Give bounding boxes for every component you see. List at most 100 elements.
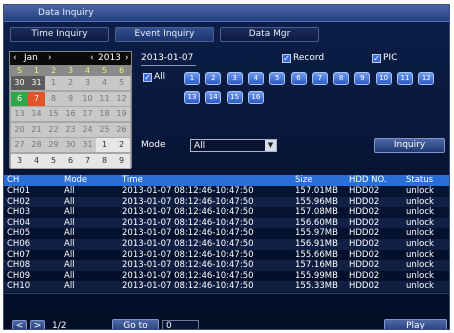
calendar-day[interactable]: 18 [96,107,113,121]
calendar-day[interactable]: 25 [96,122,113,137]
table-row[interactable]: CH01 All 2013-01-07 08:12:46-10:47:50 157.0… [4,186,449,197]
calendar-day[interactable]: 15 [45,107,62,121]
channel-button-4[interactable]: 4 [247,72,264,85]
cell-time: 2013-01-07 08:12:46-10:47:50 [122,239,254,249]
next-page-button[interactable]: > [30,320,45,329]
calendar-day[interactable]: 9 [62,91,79,106]
pic-checkbox[interactable]: ✓ [372,54,381,63]
inquiry-button[interactable]: Inquiry [374,138,445,153]
channel-button-8[interactable]: 8 [333,72,350,85]
calendar-day[interactable]: 31 [79,138,96,152]
calendar-day[interactable]: 26 [113,122,130,137]
calendar-day[interactable]: 30 [11,76,28,90]
table-row[interactable]: CH10 All 2013-01-07 08:12:46-10:47:50 155.3… [4,281,449,292]
calendar-day[interactable]: 24 [79,122,96,137]
channel-button-1[interactable]: 1 [184,72,200,85]
calendar-day[interactable]: 27 [11,138,28,152]
calendar-day[interactable]: 19 [113,107,130,121]
calendar-day[interactable]: 7 [79,153,96,168]
channel-button-13[interactable]: 13 [184,91,200,104]
calendar-day[interactable]: 4 [96,76,113,90]
column-header-ch[interactable]: CH [7,175,19,185]
tab-time-inquiry[interactable]: Time Inquiry [10,27,109,42]
column-header-size[interactable]: Size [295,175,312,185]
calendar-day[interactable]: 28 [28,138,45,152]
calendar-day[interactable]: 22 [45,122,62,137]
calendar-day[interactable]: 1 [45,76,62,90]
cell-hdd-no: HDD02 [349,260,380,271]
calendar-day[interactable]: 31 [28,76,45,90]
channel-button-9[interactable]: 9 [354,72,371,85]
calendar-day[interactable]: 3 [11,153,28,168]
mode-select[interactable]: All ▼ [190,139,277,152]
calendar-day[interactable]: 12 [113,91,130,106]
calendar-month-next[interactable]: › [48,53,52,63]
prev-page-button[interactable]: < [12,320,27,329]
channel-button-2[interactable]: 2 [205,72,222,85]
calendar-day[interactable]: 6 [11,91,28,106]
table-row[interactable]: CH04 All 2013-01-07 08:12:46-10:47:50 156.6… [4,217,449,229]
channel-button-7[interactable]: 7 [311,72,328,85]
calendar-month-prev[interactable]: ‹ [13,53,17,63]
cell-ch: CH01 [7,186,31,196]
column-header-time[interactable]: Time [122,175,143,185]
channel-button-12[interactable]: 12 [418,72,435,85]
table-row[interactable]: CH03 All 2013-01-07 08:12:46-10:47:50 157.0… [4,207,449,218]
tab-event-inquiry[interactable]: Event Inquiry [115,27,214,42]
go-to-button[interactable]: Go to [112,319,159,329]
channel-button-5[interactable]: 5 [269,72,286,85]
calendar-day[interactable]: 3 [79,76,96,90]
calendar-day[interactable]: 9 [113,153,130,168]
channel-button-14[interactable]: 14 [205,91,222,104]
table-row[interactable]: CH02 All 2013-01-07 08:12:46-10:47:50 155.9… [4,196,449,208]
chevron-down-icon[interactable]: ▼ [265,140,276,151]
play-button[interactable]: Play [384,319,447,329]
calendar-day[interactable]: 8 [96,153,113,168]
channel-button-15[interactable]: 15 [226,91,243,104]
column-header-mode[interactable]: Mode [64,175,87,185]
calendar-day[interactable]: 10 [79,91,96,106]
cell-size: 156.91MB [295,239,338,249]
calendar-day[interactable]: 20 [11,122,28,137]
table-row[interactable]: CH08 All 2013-01-07 08:12:46-10:47:50 157.1… [4,260,449,271]
channel-button-11[interactable]: 11 [397,72,413,85]
calendar-year-prev[interactable]: ‹ [90,53,94,63]
channel-button-3[interactable]: 3 [226,72,243,85]
calendar-year-next[interactable]: › [125,53,129,63]
weekday-label: 2 [50,66,57,75]
channel-button-16[interactable]: 16 [247,91,264,104]
calendar-day[interactable]: 17 [79,107,96,121]
calendar-day[interactable]: 23 [62,122,79,137]
calendar-day[interactable]: 7 [28,91,45,106]
cell-mode: All [64,186,75,196]
table-row[interactable]: CH05 All 2013-01-07 08:12:46-10:47:50 155.9… [4,228,449,239]
calendar-day[interactable]: 8 [45,91,62,106]
calendar-day[interactable]: 4 [28,153,45,168]
column-header-status[interactable]: Status [406,175,433,185]
tab-data-mgr[interactable]: Data Mgr [220,27,319,42]
calendar-day[interactable]: 29 [45,138,62,152]
channel-button-6[interactable]: 6 [290,72,307,85]
calendar-day[interactable]: 13 [11,107,28,121]
calendar-day[interactable]: 6 [62,153,79,168]
calendar-day[interactable]: 16 [62,107,79,121]
calendar-day[interactable]: 21 [28,122,45,137]
calendar: ‹ Jan › ‹ 2013 › S 1 2 3 4 5 6 30 31 1 2 3 4 5… [9,51,132,169]
go-to-page-input[interactable]: 0 [162,320,199,329]
all-channels-checkbox[interactable]: ✓ [143,73,152,82]
calendar-day[interactable]: 1 [96,138,113,152]
column-header-hdd-no[interactable]: HDD NO. [349,175,387,185]
channel-button-10[interactable]: 10 [375,72,392,85]
table-row[interactable]: CH09 All 2013-01-07 08:12:46-10:47:50 155.9… [4,271,449,282]
calendar-day[interactable]: 30 [62,138,79,152]
date-field[interactable]: 2013-01-07 [141,52,196,65]
table-row[interactable]: CH06 All 2013-01-07 08:12:46-10:47:50 156.9… [4,239,449,250]
table-row[interactable]: CH07 All 2013-01-07 08:12:46-10:47:50 155.6… [4,250,449,261]
calendar-day[interactable]: 2 [62,76,79,90]
calendar-day[interactable]: 2 [113,138,130,152]
calendar-day[interactable]: 14 [28,107,45,121]
calendar-day[interactable]: 5 [113,76,130,90]
calendar-day[interactable]: 5 [45,153,62,168]
record-checkbox[interactable]: ✓ [282,54,291,63]
calendar-day[interactable]: 11 [96,91,113,106]
